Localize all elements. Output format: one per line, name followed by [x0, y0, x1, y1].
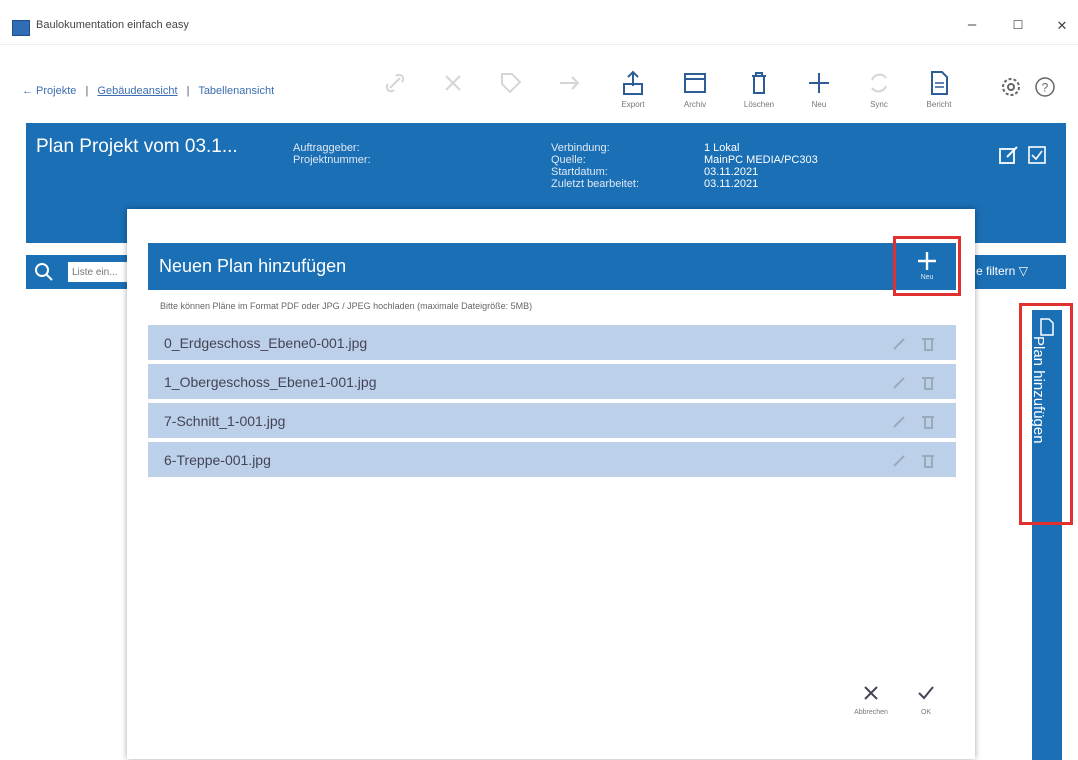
info-value: MainPC MEDIA/PC303	[704, 154, 818, 166]
row-actions	[890, 374, 940, 390]
info-label: Startdatum:	[551, 166, 608, 178]
edit-project-button[interactable]	[998, 144, 1020, 171]
confirm-project-button[interactable]	[1028, 146, 1046, 169]
dialog-hint: Bitte können Pläne im Format PDF oder JP…	[160, 301, 533, 311]
checkbox-icon	[1028, 146, 1046, 164]
tool-label: Bericht	[926, 100, 952, 109]
edit-icon	[999, 146, 1018, 164]
new-button[interactable]: Neu	[794, 68, 844, 110]
plan-row[interactable]: 7-Schnitt_1-001.jpg	[148, 403, 956, 440]
trash-icon	[922, 416, 934, 429]
filter-label[interactable]: e filtern ▽	[976, 264, 1028, 278]
table-view-link[interactable]: Tabellenansicht	[198, 85, 274, 97]
close-button[interactable]: ✕	[1052, 18, 1072, 34]
info-label: Verbindung:	[551, 142, 610, 154]
tool-label: Löschen	[743, 100, 775, 109]
filter-text: e filtern	[976, 264, 1016, 278]
tag-icon	[501, 73, 522, 94]
unlink-tool-button[interactable]	[428, 68, 478, 110]
building-view-link[interactable]: Gebäudeansicht	[97, 85, 177, 97]
close-icon	[864, 686, 878, 700]
plan-filename: 1_Obergeschoss_Ebene1-001.jpg	[164, 374, 377, 390]
maximize-button[interactable]: ☐	[1008, 18, 1028, 32]
trash-icon	[752, 72, 766, 94]
trash-icon	[922, 455, 934, 468]
search-icon[interactable]	[34, 262, 54, 287]
plan-row[interactable]: 1_Obergeschoss_Ebene1-001.jpg	[148, 364, 956, 401]
search-input[interactable]	[68, 262, 128, 282]
info-value: 03.11.2021	[704, 166, 759, 178]
tool-label: Sync	[870, 100, 888, 109]
ok-button[interactable]: OK	[906, 683, 946, 716]
minimize-button[interactable]: –	[962, 16, 982, 33]
ok-label: OK	[920, 709, 932, 716]
document-icon	[931, 71, 948, 95]
svg-text:?: ?	[1042, 81, 1049, 95]
project-title: Plan Projekt vom 03.1...	[36, 136, 238, 157]
tool-label	[428, 100, 478, 110]
tool-label: Export	[621, 100, 645, 109]
tool-label: Archiv	[683, 100, 707, 109]
edit-icon	[893, 338, 905, 350]
export-icon	[623, 70, 643, 95]
info-label: Quelle:	[551, 154, 586, 166]
client-label: Auftraggeber:	[293, 142, 360, 154]
dialog-title: Neuen Plan hinzufügen	[159, 256, 347, 276]
delete-button[interactable]: Löschen	[734, 68, 784, 110]
add-plan-dialog	[127, 209, 975, 759]
breadcrumb-separator: |	[186, 85, 190, 97]
trash-icon	[922, 377, 934, 390]
tag-tool-button[interactable]	[486, 68, 536, 110]
plan-filename: 0_Erdgeschoss_Ebene0-001.jpg	[164, 335, 368, 351]
help-button[interactable]: ?	[1034, 76, 1056, 103]
gear-icon	[1002, 78, 1020, 96]
check-icon	[918, 686, 934, 700]
tool-label	[486, 100, 536, 110]
edit-icon	[893, 455, 905, 467]
cancel-button[interactable]: Abbrechen	[851, 683, 891, 716]
plan-filename: 6-Treppe-001.jpg	[164, 452, 271, 468]
edit-icon	[893, 416, 905, 428]
plan-row[interactable]: 0_Erdgeschoss_Ebene0-001.jpg	[148, 325, 956, 362]
row-actions	[890, 335, 940, 351]
archive-button[interactable]: Archiv	[670, 68, 720, 110]
link-tool-button[interactable]	[370, 68, 420, 110]
plan-row[interactable]: 6-Treppe-001.jpg	[148, 442, 956, 479]
tool-label: Neu	[811, 100, 827, 109]
plan-filename: 7-Schnitt_1-001.jpg	[164, 413, 286, 429]
back-to-projects-link[interactable]: ← Projekte	[22, 85, 76, 97]
settings-button[interactable]	[1000, 76, 1022, 103]
breadcrumb: ← Projekte | Gebäudeansicht | Tabellenan…	[22, 85, 280, 97]
unlink-icon	[445, 75, 461, 91]
project-number-label: Projektnummer:	[293, 154, 371, 166]
trash-icon	[922, 338, 934, 351]
breadcrumb-separator: |	[85, 85, 89, 97]
info-value: 1 Lokal	[704, 142, 740, 154]
export-button[interactable]: Export	[608, 68, 658, 110]
tool-label	[544, 100, 594, 110]
sync-button[interactable]: Sync	[854, 68, 904, 110]
edit-icon	[893, 377, 905, 389]
add-button-highlight	[893, 236, 961, 296]
info-value: 03.11.2021	[704, 178, 759, 190]
filter-icon: ▽	[1018, 264, 1028, 278]
report-button[interactable]: Bericht	[914, 68, 964, 110]
help-icon: ?	[1035, 77, 1055, 97]
cancel-label: Abbrechen	[854, 709, 888, 716]
window-title: Baulokumentation einfach easy	[36, 19, 189, 31]
link-icon	[385, 73, 405, 93]
app-icon	[12, 20, 30, 36]
tool-label	[370, 100, 420, 110]
side-tab-highlight	[1019, 303, 1073, 525]
forward-tool-button[interactable]	[544, 68, 594, 110]
sync-icon	[871, 73, 887, 93]
row-actions	[890, 413, 940, 429]
archive-icon	[684, 73, 706, 93]
row-actions	[890, 452, 940, 468]
info-label: Zuletzt bearbeitet:	[551, 178, 640, 190]
plus-icon	[809, 73, 829, 93]
arrow-right-icon	[560, 76, 580, 90]
